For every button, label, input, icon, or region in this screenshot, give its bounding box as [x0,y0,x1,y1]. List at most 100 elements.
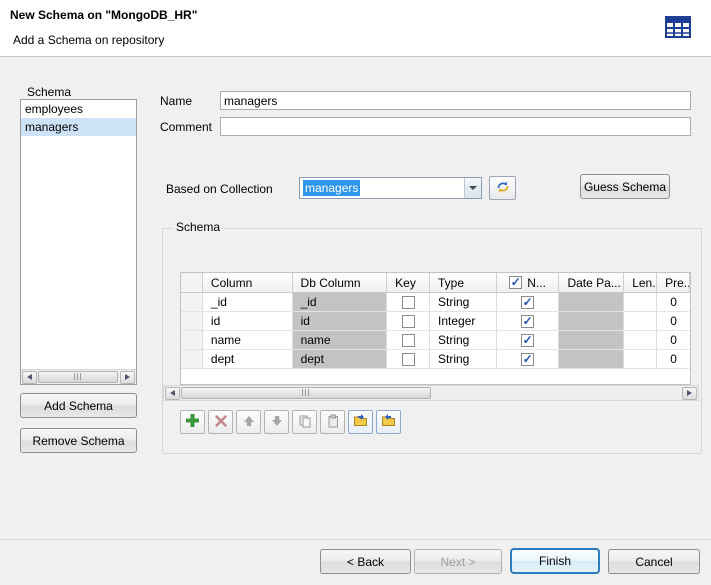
scroll-track[interactable] [38,371,119,384]
cell-column[interactable]: name [203,331,293,349]
back-button[interactable]: < Back [320,549,411,574]
export-schema-button[interactable] [376,410,401,434]
scroll-thumb[interactable] [38,371,118,383]
key-checkbox[interactable] [402,315,415,328]
cell-column[interactable]: id [203,312,293,330]
key-checkbox[interactable] [402,334,415,347]
cell-key[interactable] [387,350,430,368]
based-on-collection-label: Based on Collection [166,182,273,196]
import-schema-button[interactable] [348,410,373,434]
name-input[interactable] [220,91,691,110]
move-up-button[interactable] [236,410,261,434]
nullable-checkbox[interactable] [521,296,534,309]
cell-column[interactable]: dept [203,350,293,368]
schema-table-icon [662,13,694,43]
export-schema-icon [381,413,396,431]
header-date-pattern[interactable]: Date Pa... [559,273,624,292]
schema-group-label: Schema [172,220,224,234]
cell-key[interactable] [387,331,430,349]
cell-precision[interactable]: 0 [657,312,690,330]
copy-button[interactable] [292,410,317,434]
name-label: Name [160,94,192,108]
cell-nullable[interactable] [497,293,560,311]
cell-type[interactable]: String [430,350,497,368]
cell-key[interactable] [387,312,430,330]
new-schema-wizard-dialog: New Schema on "MongoDB_HR" Add a Schema … [0,0,711,585]
combo-dropdown-icon[interactable] [464,178,481,198]
nullable-checkbox[interactable] [521,334,534,347]
copy-icon [298,414,312,431]
schema-list: employees managers [20,99,137,385]
row-selector[interactable] [181,350,203,368]
cell-length[interactable] [624,350,657,368]
cell-type[interactable]: String [430,331,497,349]
header-precision[interactable]: Pre... [657,273,690,292]
cell-nullable[interactable] [497,312,560,330]
table-row: id id Integer 0 [181,312,690,331]
add-column-button[interactable] [180,410,205,434]
cell-length[interactable] [624,331,657,349]
cell-column[interactable]: _id [203,293,293,311]
scroll-track[interactable] [181,387,681,400]
key-checkbox[interactable] [402,353,415,366]
cell-key[interactable] [387,293,430,311]
cell-nullable[interactable] [497,331,560,349]
cell-precision[interactable]: 0 [657,331,690,349]
reload-collections-button[interactable] [489,176,516,200]
scroll-thumb[interactable] [181,387,431,399]
row-selector[interactable] [181,293,203,311]
cell-db-column: name [293,331,388,349]
header-length[interactable]: Len... [624,273,657,292]
row-selector[interactable] [181,312,203,330]
header-type[interactable]: Type [430,273,497,292]
comment-input[interactable] [220,117,691,136]
schema-list-item-managers[interactable]: managers [21,118,136,136]
table-hscrollbar[interactable] [163,385,699,401]
scroll-right-icon[interactable] [682,387,697,400]
cell-db-column: dept [293,350,388,368]
remove-schema-button[interactable]: Remove Schema [20,428,137,453]
finish-button[interactable]: Finish [510,548,600,574]
schema-list-hscrollbar[interactable] [21,369,136,384]
paste-button[interactable] [320,410,345,434]
scroll-right-icon[interactable] [120,371,135,384]
add-column-icon [185,413,200,431]
header-nullable-label: N... [527,276,546,290]
header-key[interactable]: Key [387,273,430,292]
add-schema-button[interactable]: Add Schema [20,393,137,418]
cell-nullable[interactable] [497,350,560,368]
cell-precision[interactable]: 0 [657,293,690,311]
scroll-left-icon[interactable] [22,371,37,384]
remove-column-icon [214,414,228,431]
cell-date-pattern [559,293,624,311]
move-down-button[interactable] [264,410,289,434]
cell-length[interactable] [624,293,657,311]
next-button[interactable]: Next > [414,549,502,574]
import-schema-icon [353,413,368,431]
cell-precision[interactable]: 0 [657,350,690,368]
header-nullable[interactable]: N... [497,273,560,292]
scroll-left-icon[interactable] [165,387,180,400]
footer-separator [0,539,711,540]
paste-icon [326,414,340,431]
cell-length[interactable] [624,312,657,330]
schema-list-item-employees[interactable]: employees [21,100,136,118]
cancel-button[interactable]: Cancel [608,549,700,574]
key-checkbox[interactable] [402,296,415,309]
collection-selected-value: managers [303,180,360,196]
schema-toolbar [180,410,401,434]
cell-type[interactable]: Integer [430,312,497,330]
header-column[interactable]: Column [203,273,293,292]
collection-combobox[interactable]: managers [299,177,482,199]
remove-column-button[interactable] [208,410,233,434]
nullable-checkbox[interactable] [521,315,534,328]
guess-schema-button[interactable]: Guess Schema [580,174,670,199]
cell-db-column: _id [293,293,388,311]
table-row: dept dept String 0 [181,350,690,369]
nullable-select-all-checkbox[interactable] [509,276,522,289]
cell-type[interactable]: String [430,293,497,311]
refresh-icon [495,179,511,198]
nullable-checkbox[interactable] [521,353,534,366]
header-db-column[interactable]: Db Column [293,273,388,292]
row-selector[interactable] [181,331,203,349]
